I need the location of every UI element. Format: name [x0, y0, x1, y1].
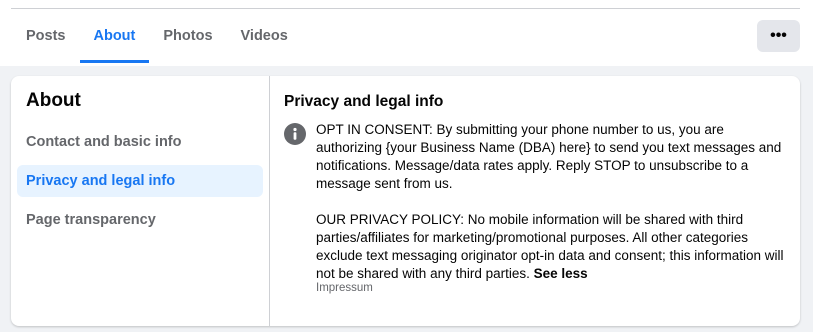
see-less-link[interactable]: See less: [534, 266, 588, 281]
about-sidebar: About Contact and basic info Privacy and…: [11, 76, 269, 326]
privacy-policy-paragraph: OUR PRIVACY POLICY: No mobile informatio…: [316, 211, 786, 283]
sidebar-item-privacy-and-legal-info[interactable]: Privacy and legal info: [17, 165, 263, 197]
tab-posts[interactable]: Posts: [12, 9, 80, 63]
opt-in-consent-text: OPT IN CONSENT: By submitting your phone…: [316, 122, 782, 191]
tab-about[interactable]: About: [79, 9, 150, 63]
sidebar-title: About: [26, 90, 81, 111]
more-options-button[interactable]: •••: [757, 20, 800, 52]
info-icon: [284, 123, 306, 145]
page-tabs-bar: Posts About Photos Videos •••: [0, 0, 813, 66]
sidebar-item-contact-and-basic-info[interactable]: Contact and basic info: [17, 126, 263, 158]
section-title: Privacy and legal info: [284, 93, 444, 110]
privacy-info-text: OPT IN CONSENT: By submitting your phone…: [316, 121, 786, 283]
tab-list: Posts About Photos Videos: [12, 9, 302, 63]
impressum-label: Impressum: [316, 282, 373, 294]
sidebar-item-page-transparency[interactable]: Page transparency: [17, 204, 263, 236]
column-divider: [269, 76, 270, 326]
tab-videos[interactable]: Videos: [227, 9, 302, 63]
about-card: About Contact and basic info Privacy and…: [11, 76, 800, 326]
tab-photos[interactable]: Photos: [149, 9, 226, 63]
